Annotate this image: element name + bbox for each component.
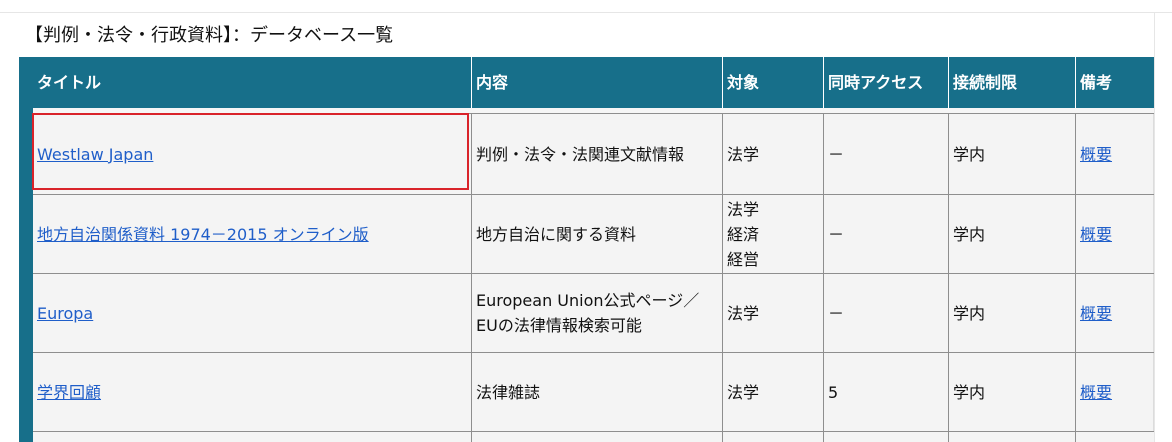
limit-text: 学内: [953, 303, 986, 323]
title-cell: Westlaw Japan: [33, 114, 472, 194]
top-divider: [0, 12, 1172, 13]
target-text: 法学: [727, 199, 760, 219]
title-cell: 学界回顧: [33, 353, 472, 431]
content-cell: European Union公式ページ／ EUの法律情報検索可能: [472, 274, 723, 352]
header-title: タイトル: [33, 57, 472, 108]
title-cell: [33, 432, 472, 442]
database-link-europa[interactable]: Europa: [37, 301, 93, 326]
overview-link[interactable]: 概要: [1080, 142, 1112, 167]
content-cell: 判例・法令・法関連文献情報: [472, 114, 723, 194]
limit-cell: 学内: [949, 353, 1154, 431]
title-cell: 地方自治関係資料 1974－2015 オンライン版: [33, 195, 472, 273]
limit-cell: 学内: [949, 195, 1154, 273]
access-text: －: [828, 224, 845, 244]
header-concurrent-access: 同時アクセス: [824, 57, 949, 108]
database-table: タイトル 内容 対象 同時アクセス 接続制限 備考 Westlaw Japan …: [33, 57, 1154, 442]
note-cell: [1076, 432, 1154, 442]
access-cell: －: [824, 195, 949, 273]
table-row: Westlaw Japan 判例・法令・法関連文献情報 法学 － 学内 概要: [33, 114, 1154, 195]
table-accent-bar: [19, 57, 33, 442]
content-text: EUの法律情報検索可能: [476, 316, 642, 335]
table-row: 地方自治関係資料 1974－2015 オンライン版 地方自治に関する資料 法学 …: [33, 195, 1154, 274]
table-row: [33, 432, 1154, 442]
header-content: 内容: [472, 57, 723, 108]
cell-shade: [1153, 195, 1154, 273]
target-text: 法学: [727, 144, 760, 164]
note-cell: 概要: [1076, 114, 1154, 194]
limit-cell: 学内: [949, 114, 1154, 194]
access-text: －: [828, 144, 845, 164]
target-cell: 法学: [723, 353, 824, 431]
limit-cell: 学内: [949, 274, 1154, 352]
target-cell: 法学: [723, 114, 824, 194]
content-text: 地方自治に関する資料: [476, 224, 637, 244]
note-cell: 概要: [1076, 274, 1154, 352]
cell-shade: [1153, 114, 1154, 194]
limit-cell: [949, 432, 1076, 442]
content-cell: 地方自治に関する資料: [472, 195, 723, 273]
target-cell: 法学: [723, 274, 824, 352]
header-target: 対象: [723, 57, 824, 108]
database-link-chiho-jichi[interactable]: 地方自治関係資料 1974－2015 オンライン版: [37, 222, 369, 247]
header-connection-limit: 接続制限: [949, 57, 1076, 108]
table-row: Europa European Union公式ページ／ EUの法律情報検索可能 …: [33, 274, 1154, 353]
overview-link[interactable]: 概要: [1080, 380, 1112, 405]
access-text: 5: [828, 382, 839, 402]
target-text: 経済: [727, 224, 760, 244]
target-text: 法学: [727, 382, 760, 402]
overview-link[interactable]: 概要: [1080, 222, 1112, 247]
overview-link[interactable]: 概要: [1080, 301, 1112, 326]
access-text: －: [828, 303, 845, 323]
content-cell: [472, 432, 723, 442]
content-text: European Union公式ページ／: [476, 291, 700, 310]
limit-text: 学内: [953, 144, 986, 164]
page: 【判例・法令・行政資料】：データベース一覧 タイトル 内容 対象 同時アクセス …: [0, 0, 1172, 442]
cell-shade: [1153, 274, 1154, 352]
database-link-gakkai-kaiko[interactable]: 学界回顧: [37, 380, 101, 405]
note-cell: 概要: [1076, 195, 1154, 273]
content-text: 法律雑誌: [476, 382, 541, 402]
access-cell: －: [824, 114, 949, 194]
limit-text: 学内: [953, 224, 986, 244]
page-title: 【判例・法令・行政資料】：データベース一覧: [25, 25, 394, 46]
content-cell: 法律雑誌: [472, 353, 723, 431]
right-divider: [1154, 12, 1155, 442]
access-cell: 5: [824, 353, 949, 431]
target-text: 法学: [727, 303, 760, 323]
target-text: 経営: [727, 249, 760, 269]
title-cell: Europa: [33, 274, 472, 352]
access-cell: －: [824, 274, 949, 352]
database-link-westlaw-japan[interactable]: Westlaw Japan: [37, 142, 153, 167]
limit-text: 学内: [953, 382, 986, 402]
content-text: 判例・法令・法関連文献情報: [476, 144, 685, 164]
note-cell: 概要: [1076, 353, 1154, 431]
target-cell: 法学 経済 経営: [723, 195, 824, 273]
header-note: 備考: [1076, 57, 1154, 108]
table-header-row: タイトル 内容 対象 同時アクセス 接続制限 備考: [33, 57, 1154, 108]
table-row: 学界回顧 法律雑誌 法学 5 学内 概要: [33, 353, 1154, 432]
cell-shade: [1153, 353, 1154, 431]
access-cell: [824, 432, 949, 442]
target-cell: [723, 432, 824, 442]
